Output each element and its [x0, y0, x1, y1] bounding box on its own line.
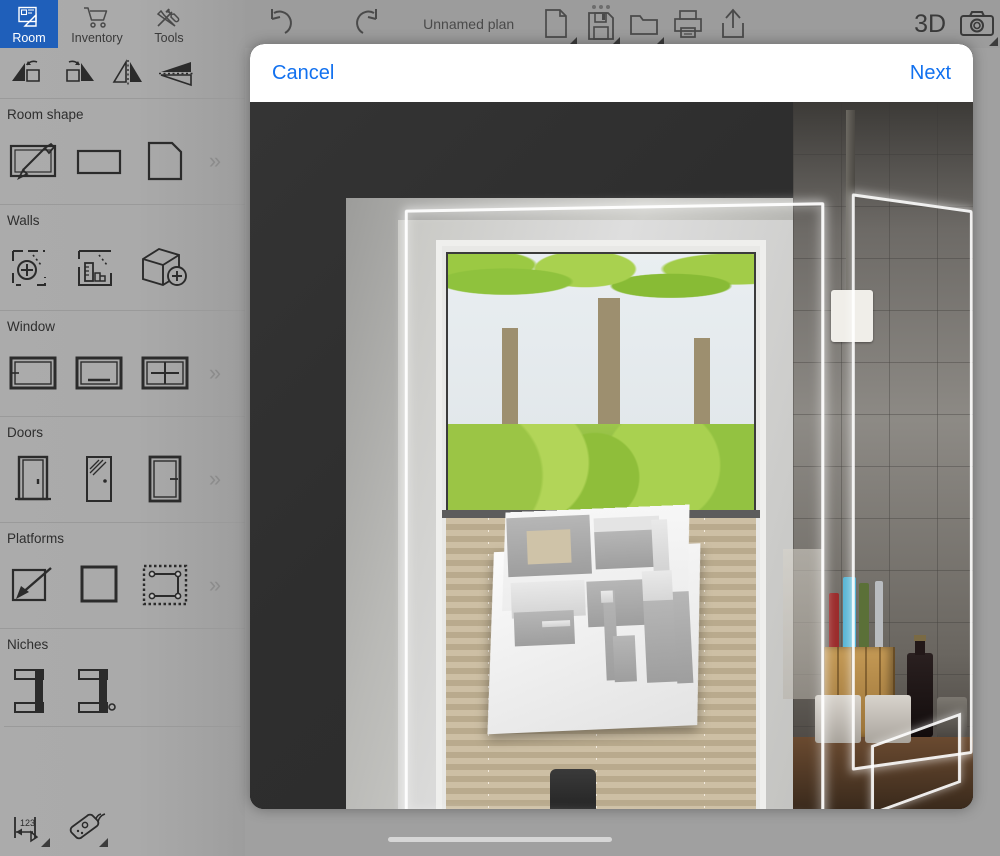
section-doors: Doors »	[0, 416, 245, 522]
undo-icon[interactable]	[245, 0, 324, 48]
window-more-icon[interactable]: »	[198, 340, 228, 406]
window-sill-icon[interactable]	[66, 340, 132, 406]
left-sidebar: Room Inventory Tools Room shape » Walls …	[0, 0, 245, 856]
3d-toggle[interactable]: 3D	[906, 0, 955, 48]
laser-measure-icon[interactable]	[66, 807, 110, 849]
new-document-icon[interactable]	[533, 0, 578, 48]
tab-inventory-label: Inventory	[71, 31, 123, 45]
model-tall-unit	[651, 519, 670, 571]
niche-round-icon[interactable]	[66, 658, 132, 724]
room-shape-more-icon[interactable]: »	[198, 128, 228, 194]
open-folder-icon[interactable]	[622, 0, 666, 48]
tab-room-label: Room	[12, 31, 46, 45]
tab-tools[interactable]: Tools	[136, 0, 202, 48]
transform-toolbar	[0, 48, 245, 98]
section-room-shape: Room shape »	[0, 98, 245, 204]
mirror-vertical-icon[interactable]	[106, 53, 150, 93]
ar-scan-outline-right	[851, 193, 973, 771]
camera-icon[interactable]	[955, 0, 1000, 48]
draw-platform-icon[interactable]	[0, 552, 66, 618]
redo-icon[interactable]	[324, 0, 404, 48]
section-title: Platforms	[7, 531, 65, 546]
section-divider	[4, 726, 241, 727]
share-icon[interactable]	[710, 0, 757, 48]
section-title: Walls	[7, 213, 40, 228]
rectangular-room-icon[interactable]	[66, 128, 132, 194]
mirror-horizontal-icon[interactable]	[156, 53, 200, 93]
model-drawer-handle	[542, 620, 571, 628]
l-shaped-room-icon[interactable]	[132, 128, 198, 194]
dashed-platform-icon[interactable]	[132, 552, 198, 618]
section-platforms: Platforms »	[0, 522, 245, 628]
section-niches: Niches	[0, 628, 245, 735]
rectangular-platform-icon[interactable]	[66, 552, 132, 618]
model-wall-unit	[594, 529, 654, 570]
section-title: Window	[7, 319, 56, 334]
platforms-more-icon[interactable]: »	[198, 552, 228, 618]
add-wall-icon[interactable]	[0, 234, 66, 300]
model-low-box	[612, 635, 637, 683]
section-title: Room shape	[7, 107, 84, 122]
window-cross-icon[interactable]	[132, 340, 198, 406]
window-plain-icon[interactable]	[0, 340, 66, 406]
tab-room[interactable]: Room	[0, 0, 58, 48]
ar-camera-view[interactable]	[250, 102, 973, 809]
cancel-button[interactable]: Cancel	[272, 62, 334, 85]
section-title: Doors	[7, 425, 44, 440]
door-glass-icon[interactable]	[66, 446, 132, 512]
measurements-icon[interactable]: 123	[8, 807, 52, 849]
door-single-icon[interactable]	[0, 446, 66, 512]
model-divider-top	[600, 590, 614, 603]
tab-inventory[interactable]: Inventory	[58, 0, 136, 48]
print-icon[interactable]	[666, 0, 710, 48]
doors-more-icon[interactable]: »	[198, 446, 228, 512]
sidebar-tabbar: Room Inventory Tools	[0, 0, 245, 48]
save-floppy-icon[interactable]	[579, 0, 623, 48]
model-base-cabinet	[513, 610, 576, 647]
svg-text:123: 123	[20, 818, 35, 828]
next-button[interactable]: Next	[910, 62, 951, 85]
modal-header: Cancel Next	[250, 44, 973, 102]
hammer-wrench-icon	[155, 6, 183, 30]
knife	[829, 593, 839, 647]
ar-capture-modal: Cancel Next	[250, 44, 973, 809]
room-plan-icon	[16, 6, 42, 30]
model-appliance	[643, 599, 678, 683]
shopping-cart-icon	[83, 6, 111, 30]
rotate-right-icon[interactable]	[56, 53, 100, 93]
measure-wall-icon[interactable]	[66, 234, 132, 300]
section-window: Window »	[0, 310, 245, 416]
rotate-left-icon[interactable]	[6, 53, 50, 93]
draw-room-icon[interactable]	[0, 128, 66, 194]
tab-tools-label: Tools	[154, 31, 184, 45]
sidebar-bottom-tools: 123	[0, 800, 245, 856]
add-wall-block-icon[interactable]	[132, 234, 198, 300]
3d-toggle-label: 3D	[914, 9, 947, 38]
model-mid-unit	[586, 579, 647, 628]
home-indicator	[388, 837, 612, 842]
3d-room-model[interactable]	[484, 504, 709, 737]
section-title: Niches	[7, 637, 49, 652]
door-sliding-icon[interactable]	[132, 446, 198, 512]
app-root: Room Inventory Tools Room shape » Walls …	[0, 0, 1000, 856]
top-toolbar: Unnamed plan 3D	[245, 0, 1000, 48]
save-status-dots	[591, 5, 610, 9]
section-walls: Walls	[0, 204, 245, 310]
plan-title-text: Unnamed plan	[423, 16, 515, 32]
plan-title[interactable]: Unnamed plan	[404, 0, 533, 48]
model-window-opening	[526, 529, 572, 565]
niche-square-icon[interactable]	[0, 658, 66, 724]
